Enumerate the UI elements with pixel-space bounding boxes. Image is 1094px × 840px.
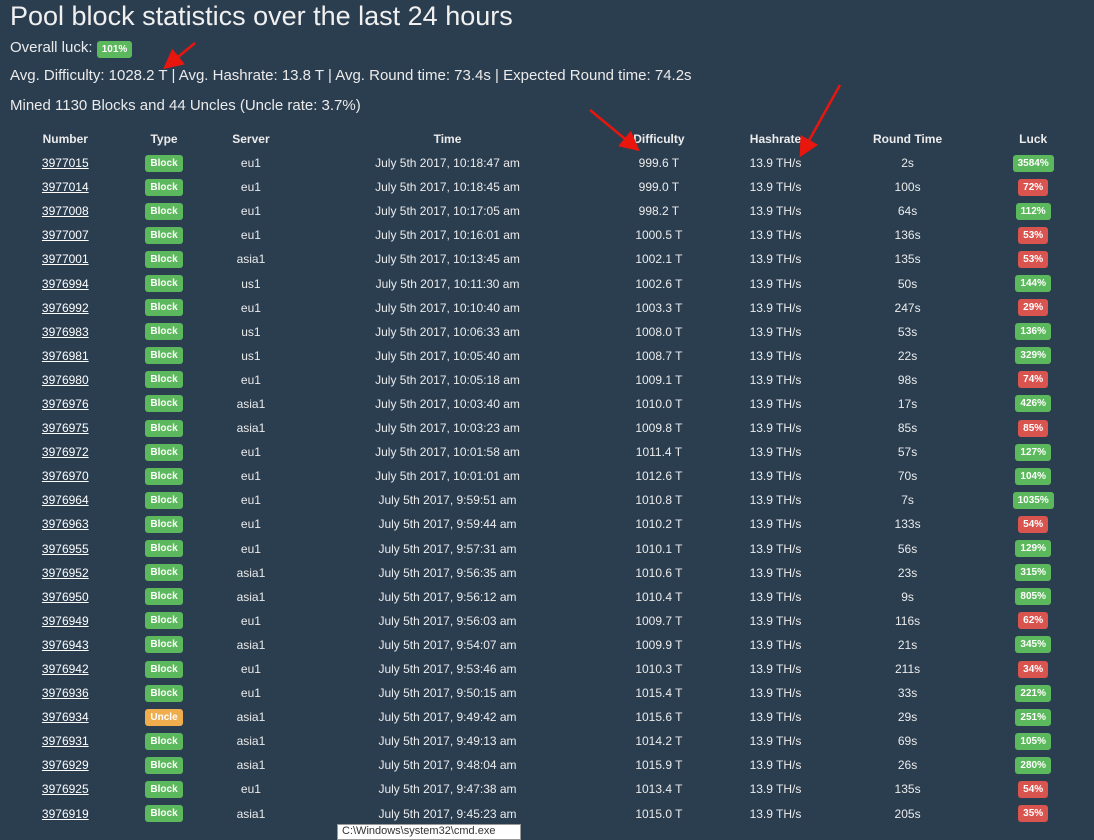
arrow-icon bbox=[589, 109, 640, 152]
taskbar-tooltip: C:\Windows\system32\cmd.exe bbox=[337, 824, 521, 840]
arrow-icon bbox=[163, 42, 196, 70]
annotation-arrows bbox=[163, 42, 842, 158]
arrow-icon bbox=[799, 84, 842, 158]
